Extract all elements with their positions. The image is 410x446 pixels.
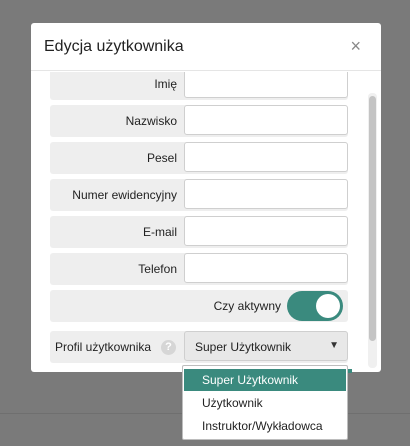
first-name-input[interactable] xyxy=(184,72,348,98)
record-number-input[interactable] xyxy=(184,179,348,209)
record-number-label: Numer ewidencyjny xyxy=(72,188,177,202)
field-row-record-number: Numer ewidencyjny xyxy=(50,179,348,211)
first-name-label: Imię xyxy=(154,77,177,91)
profile-option-user[interactable]: Użytkownik xyxy=(184,392,346,414)
email-input[interactable] xyxy=(184,216,348,246)
active-toggle[interactable] xyxy=(287,291,343,321)
toggle-knob xyxy=(316,294,340,318)
profile-select-value: Super Użytkownik xyxy=(195,340,292,354)
chevron-down-icon: ▼ xyxy=(329,340,339,351)
profile-option-instructor[interactable]: Instruktor/Wykładowca xyxy=(184,415,346,437)
pesel-input[interactable] xyxy=(184,142,348,172)
profile-select[interactable]: Super Użytkownik ▼ xyxy=(184,331,348,361)
field-row-pesel: Pesel xyxy=(50,142,348,174)
field-row-first-name: Imię xyxy=(50,72,348,100)
email-label: E-mail xyxy=(142,225,177,239)
help-icon[interactable]: ? xyxy=(161,340,176,355)
field-row-last-name: Nazwisko xyxy=(50,105,348,137)
active-label: Czy aktywny xyxy=(213,299,281,313)
edit-user-modal: Edycja użytkownika × Imię Nazwisko Pesel… xyxy=(31,23,381,372)
close-icon[interactable]: × xyxy=(350,37,361,55)
profile-dropdown-menu: Super Użytkownik Użytkownik Instruktor/W… xyxy=(182,365,348,440)
last-name-input[interactable] xyxy=(184,105,348,135)
pesel-label: Pesel xyxy=(146,151,177,165)
profile-label: Profil użytkownika xyxy=(55,340,152,354)
field-row-phone: Telefon xyxy=(50,253,348,285)
modal-title: Edycja użytkownika xyxy=(44,38,184,55)
scrollbar-thumb[interactable] xyxy=(369,96,376,341)
modal-header: Edycja użytkownika × xyxy=(31,23,381,71)
last-name-label: Nazwisko xyxy=(125,114,177,128)
phone-label: Telefon xyxy=(138,262,177,276)
field-row-active: Czy aktywny xyxy=(50,290,348,322)
profile-option-super-user[interactable]: Super Użytkownik xyxy=(184,369,346,391)
modal-scrollbar[interactable] xyxy=(368,93,377,368)
modal-body: Imię Nazwisko Pesel Numer ewidencyjny E-… xyxy=(31,72,381,372)
phone-input[interactable] xyxy=(184,253,348,283)
field-row-profile: Profil użytkownika ? Super Użytkownik ▼ xyxy=(50,331,348,363)
field-row-email: E-mail xyxy=(50,216,348,248)
